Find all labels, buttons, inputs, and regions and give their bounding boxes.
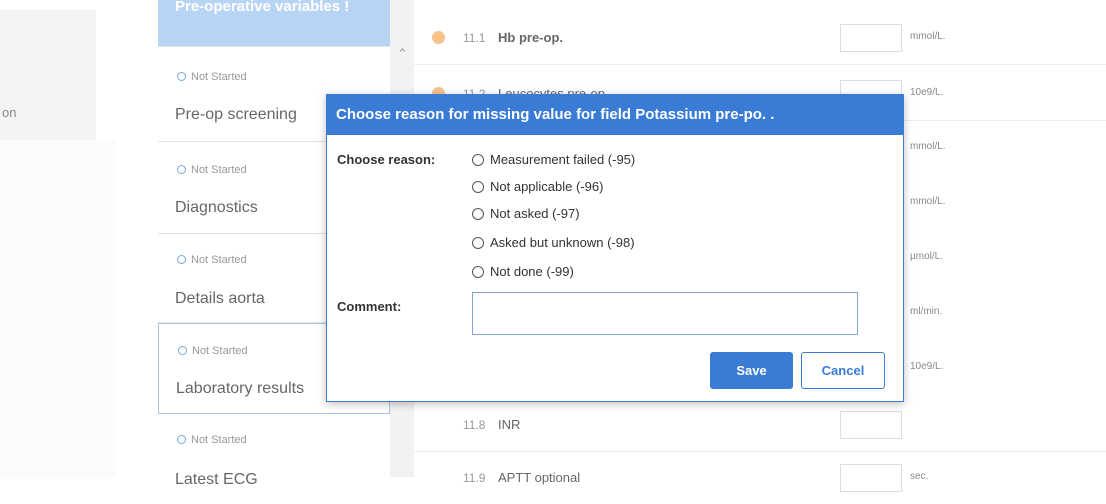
radio-measurement-failed[interactable]: Measurement failed (-95): [472, 152, 635, 167]
step-title: Pre-op screening: [175, 106, 297, 123]
status-circle-icon: [177, 165, 186, 174]
field-row-hb-pre-op: 11.1 Hb pre-op. mmol/L.: [414, 20, 1106, 65]
step-title: Latest ECG: [175, 471, 258, 488]
step-status: Not Started: [191, 71, 247, 83]
step-pre-operative-variables[interactable]: Pre-operative variables !: [158, 0, 390, 47]
field-unit: mmol/L.: [910, 31, 946, 42]
field-unit: 10e9/L.: [910, 361, 944, 372]
field-label: Hb pre-op.: [498, 30, 563, 45]
field-input[interactable]: [840, 24, 902, 52]
reason-label: Choose reason:: [337, 152, 436, 167]
step-status: Not Started: [192, 345, 248, 357]
radio-not-asked[interactable]: Not asked (-97): [472, 206, 580, 221]
status-circle-icon: [177, 255, 186, 264]
dialog-title: Choose reason for missing value for fiel…: [327, 95, 903, 135]
field-unit: µmol/L.: [910, 251, 943, 262]
field-label: INR: [498, 417, 521, 432]
field-label: APTT optional: [498, 470, 581, 485]
radio-label: Not done (-99): [490, 264, 574, 279]
radio-label: Not applicable (-96): [490, 179, 604, 194]
left-panel-label: on: [2, 105, 17, 120]
field-row-aptt: 11.9 APTT optional sec.: [414, 460, 1106, 504]
field-unit: 10e9/L.: [910, 87, 944, 98]
comment-input[interactable]: [472, 292, 858, 335]
step-status: Not Started: [191, 164, 247, 176]
status-circle-icon: [178, 346, 187, 355]
warning-badge: !: [344, 0, 350, 15]
save-button[interactable]: Save: [710, 352, 793, 389]
left-strip: [0, 140, 116, 477]
field-row-inr: 11.8 INR: [414, 407, 1106, 452]
step-title: Pre-operative variables: [175, 0, 341, 15]
step-title: Laboratory results: [176, 380, 305, 397]
step-title: Details aorta: [175, 290, 265, 307]
radio-label: Not asked (-97): [490, 206, 580, 221]
comment-label: Comment:: [337, 299, 402, 314]
radio-circle-icon[interactable]: [472, 208, 484, 220]
field-number: 11.1: [463, 31, 486, 45]
radio-asked-but-unknown[interactable]: Asked but unknown (-98): [472, 235, 635, 250]
radio-circle-icon[interactable]: [472, 154, 484, 166]
chevron-up-icon[interactable]: ⌃: [397, 46, 408, 62]
step-latest-ecg[interactable]: Not Started Latest ECG: [158, 414, 390, 488]
status-circle-icon: [177, 435, 186, 444]
radio-circle-icon[interactable]: [472, 181, 484, 193]
field-number: 11.9: [463, 471, 486, 485]
status-circle-icon: [177, 72, 186, 81]
field-unit: ml/min.: [910, 306, 943, 317]
field-unit: mmol/L.: [910, 141, 946, 152]
radio-circle-icon[interactable]: [472, 237, 484, 249]
field-input[interactable]: [840, 464, 902, 492]
field-input[interactable]: [840, 411, 902, 439]
step-title: Diagnostics: [175, 199, 258, 216]
missing-value-dialog: Choose reason for missing value for fiel…: [326, 94, 904, 402]
radio-not-applicable[interactable]: Not applicable (-96): [472, 179, 603, 194]
radio-label: Measurement failed (-95): [490, 152, 636, 167]
status-dot-icon: [432, 31, 445, 44]
radio-circle-icon[interactable]: [472, 266, 484, 278]
step-status: Not Started: [191, 434, 247, 446]
radio-not-done[interactable]: Not done (-99): [472, 264, 574, 279]
left-panel: on: [0, 10, 96, 140]
step-status: Not Started: [191, 254, 247, 266]
field-number: 11.8: [463, 418, 486, 432]
cancel-button[interactable]: Cancel: [801, 352, 885, 389]
radio-label: Asked but unknown (-98): [490, 235, 635, 250]
field-unit: mmol/L.: [910, 196, 946, 207]
